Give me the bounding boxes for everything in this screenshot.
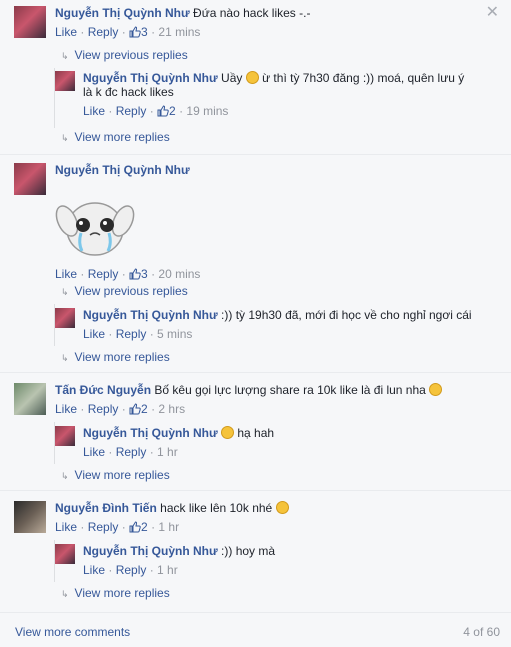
reply-button[interactable]: Reply bbox=[116, 327, 147, 341]
like-count[interactable]: 3 bbox=[129, 25, 148, 39]
reply-arrow-icon: ↳ bbox=[61, 133, 69, 143]
comment-text: Bố kêu gọi lực lượng share ra 10k like l… bbox=[154, 383, 426, 397]
timestamp[interactable]: 19 mins bbox=[186, 104, 228, 118]
reply-button[interactable]: Reply bbox=[116, 445, 147, 459]
like-count[interactable]: 2 bbox=[129, 402, 148, 416]
like-count[interactable]: 2 bbox=[157, 104, 176, 118]
comment-author[interactable]: Tấn Đức Nguyễn bbox=[55, 383, 151, 397]
relieved-emoji-icon bbox=[429, 383, 443, 396]
comment-actions: Like · Reply · 2 · 1 hr bbox=[55, 520, 180, 534]
reply-arrow-icon: ↳ bbox=[61, 51, 69, 61]
like-button[interactable]: Like bbox=[55, 402, 77, 416]
view-more-comments-link[interactable]: View more comments bbox=[15, 625, 130, 639]
avatar[interactable] bbox=[14, 383, 46, 415]
reply-arrow-icon: ↳ bbox=[61, 353, 69, 363]
reply-author[interactable]: Nguyễn Thị Quỳnh Như bbox=[83, 71, 218, 85]
reply-actions: Like · Reply · 1 hr bbox=[83, 445, 178, 459]
comment-actions: Like · Reply · 3 · 21 mins bbox=[55, 25, 201, 39]
reply-button[interactable]: Reply bbox=[88, 402, 119, 416]
divider bbox=[0, 154, 511, 155]
comment-actions: Like · Reply · 2 · 2 hrs bbox=[55, 402, 186, 416]
avatar[interactable] bbox=[55, 71, 75, 91]
reply-author[interactable]: Nguyễn Thị Quỳnh Như bbox=[83, 544, 218, 558]
avatar[interactable] bbox=[55, 544, 75, 564]
reply-text: Uầy bbox=[221, 71, 243, 85]
thumbs-up-icon bbox=[129, 26, 141, 38]
smirk-emoji-icon bbox=[245, 71, 259, 84]
view-previous-replies-link[interactable]: ↳ View previous replies bbox=[61, 284, 188, 298]
timestamp[interactable]: 2 hrs bbox=[158, 402, 185, 416]
thumbs-up-icon bbox=[129, 268, 141, 280]
like-button[interactable]: Like bbox=[55, 520, 77, 534]
reply-actions: Like · Reply · 5 mins bbox=[83, 327, 193, 341]
like-count[interactable]: 3 bbox=[129, 267, 148, 281]
avatar[interactable] bbox=[55, 308, 75, 328]
avatar[interactable] bbox=[14, 501, 46, 533]
avatar[interactable] bbox=[14, 6, 46, 38]
smirk-emoji-icon bbox=[275, 501, 289, 514]
view-more-replies-link[interactable]: ↳ View more replies bbox=[61, 468, 170, 482]
divider bbox=[0, 490, 511, 491]
divider bbox=[0, 612, 511, 613]
like-button[interactable]: Like bbox=[55, 25, 77, 39]
reply-arrow-icon: ↳ bbox=[61, 287, 69, 297]
comments-footer: View more comments 4 of 60 bbox=[15, 625, 500, 639]
timestamp[interactable]: 1 hr bbox=[157, 445, 178, 459]
comment-text: Đứa nào hack likes -.- bbox=[193, 6, 311, 20]
comment-author[interactable]: Nguyễn Đình Tiến bbox=[55, 501, 157, 515]
view-previous-replies-link[interactable]: ↳ View previous replies bbox=[61, 48, 188, 62]
reply-text: :)) hoy mà bbox=[221, 544, 276, 558]
divider bbox=[0, 372, 511, 373]
reply-button[interactable]: Reply bbox=[88, 25, 119, 39]
reply-arrow-icon: ↳ bbox=[61, 589, 69, 599]
reply-button[interactable]: Reply bbox=[116, 563, 147, 577]
avatar[interactable] bbox=[55, 426, 75, 446]
timestamp[interactable]: 21 mins bbox=[158, 25, 200, 39]
reply-arrow-icon: ↳ bbox=[61, 471, 69, 481]
sticker-image bbox=[55, 202, 135, 256]
laughing-emoji-icon bbox=[221, 426, 235, 439]
reply-actions: Like · Reply · 2 · 19 mins bbox=[83, 104, 229, 118]
like-button[interactable]: Like bbox=[83, 327, 105, 341]
timestamp[interactable]: 1 hr bbox=[157, 563, 178, 577]
comment-author[interactable]: Nguyễn Thị Quỳnh Như bbox=[55, 6, 190, 20]
thumbs-up-icon bbox=[129, 403, 141, 415]
like-button[interactable]: Like bbox=[55, 267, 77, 281]
reply-actions: Like · Reply · 1 hr bbox=[83, 563, 178, 577]
avatar[interactable] bbox=[14, 163, 46, 195]
like-button[interactable]: Like bbox=[83, 104, 105, 118]
like-button[interactable]: Like bbox=[83, 563, 105, 577]
reply-button[interactable]: Reply bbox=[88, 520, 119, 534]
reply-button[interactable]: Reply bbox=[116, 104, 147, 118]
like-button[interactable]: Like bbox=[83, 445, 105, 459]
view-more-replies-link[interactable]: ↳ View more replies bbox=[61, 586, 170, 600]
like-count[interactable]: 2 bbox=[129, 520, 148, 534]
view-more-replies-link[interactable]: ↳ View more replies bbox=[61, 130, 170, 144]
reply-author[interactable]: Nguyễn Thị Quỳnh Như bbox=[83, 426, 218, 440]
reply-text: :)) tỳ 19h30 đã, mới đi học về cho nghỉ … bbox=[221, 308, 472, 322]
reply-author[interactable]: Nguyễn Thị Quỳnh Như bbox=[83, 308, 218, 322]
timestamp[interactable]: 1 hr bbox=[158, 520, 179, 534]
comment-author[interactable]: Nguyễn Thị Quỳnh Như bbox=[55, 163, 190, 177]
reply-text: hạ hah bbox=[237, 426, 275, 440]
thumbs-up-icon bbox=[129, 521, 141, 533]
comment-text: hack like lên 10k nhé bbox=[160, 501, 273, 515]
thumbs-up-icon bbox=[157, 105, 169, 117]
close-icon[interactable]: ✕ bbox=[486, 5, 499, 21]
comment-count: 4 of 60 bbox=[463, 625, 500, 639]
timestamp[interactable]: 20 mins bbox=[158, 267, 200, 281]
view-more-replies-link[interactable]: ↳ View more replies bbox=[61, 350, 170, 364]
comment-actions: Like · Reply · 3 · 20 mins bbox=[55, 267, 201, 281]
timestamp[interactable]: 5 mins bbox=[157, 327, 192, 341]
reply-button[interactable]: Reply bbox=[88, 267, 119, 281]
crying-bunny-sticker[interactable] bbox=[55, 185, 485, 262]
